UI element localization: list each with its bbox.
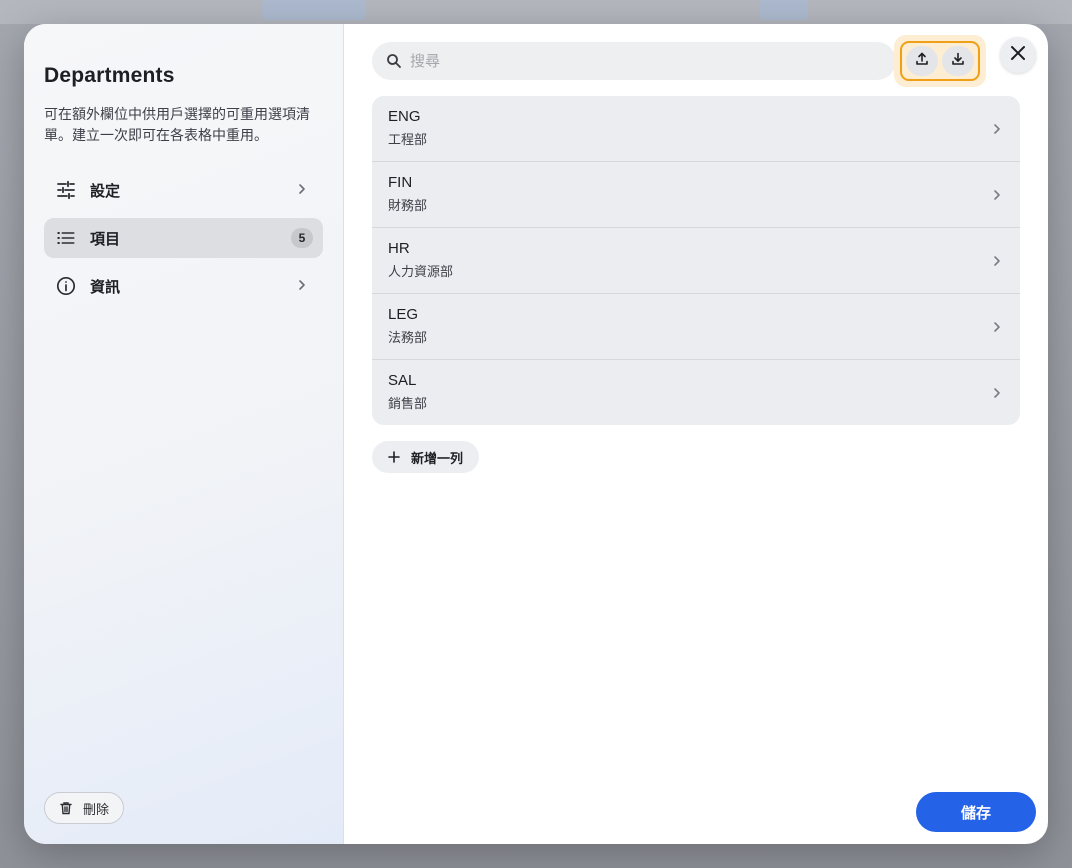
backdrop-chip xyxy=(262,0,366,20)
backdrop-header xyxy=(0,0,1072,24)
close-button[interactable] xyxy=(1000,37,1036,73)
backdrop-chip xyxy=(760,0,808,20)
delete-label: 刪除 xyxy=(83,801,110,817)
sidebar-item-label: 資訊 xyxy=(90,278,121,296)
item-code: SAL xyxy=(388,372,417,389)
search-input[interactable] xyxy=(410,52,880,70)
upload-button[interactable] xyxy=(906,46,938,76)
items-list: ENG 工程部 FIN 財務部 HR 人力資源部 LEG 法務部 SAL 銷售部 xyxy=(372,96,1020,425)
upload-icon xyxy=(915,52,929,71)
list-item[interactable]: HR 人力資源部 xyxy=(372,228,1020,294)
delete-button[interactable]: 刪除 xyxy=(44,792,125,824)
sidebar-item-label: 項目 xyxy=(90,230,121,248)
search-icon xyxy=(386,53,402,69)
item-name: 人力資源部 xyxy=(388,264,454,279)
sidebar-item-settings[interactable]: 設定 xyxy=(44,170,323,210)
sidebar-item-info[interactable]: 資訊 xyxy=(44,266,323,306)
chevron-right-icon xyxy=(295,182,309,196)
page-title: Departments xyxy=(44,64,175,87)
chevron-right-icon xyxy=(990,188,1004,202)
import-export-highlight xyxy=(900,41,980,81)
download-button[interactable] xyxy=(942,46,974,76)
chevron-right-icon xyxy=(990,122,1004,136)
download-icon xyxy=(951,52,965,71)
sidebar: Departments 可在額外欄位中供用戶選擇的可重用選項清單。建立一次即可在… xyxy=(24,24,344,844)
info-icon xyxy=(56,276,76,296)
plus-icon xyxy=(388,450,402,464)
item-name: 財務部 xyxy=(388,198,428,213)
list-item[interactable]: LEG 法務部 xyxy=(372,294,1020,360)
chevron-right-icon xyxy=(295,278,309,292)
main-panel: ENG 工程部 FIN 財務部 HR 人力資源部 LEG 法務部 SAL xyxy=(344,24,1048,844)
sidebar-item-label: 設定 xyxy=(90,182,121,200)
save-button[interactable]: 儲存 xyxy=(916,792,1036,832)
item-code: LEG xyxy=(388,306,419,323)
sidebar-item-items[interactable]: 項目 5 xyxy=(44,218,323,258)
add-row-label: 新增一列 xyxy=(411,450,464,466)
page-description: 可在額外欄位中供用戶選擇的可重用選項清單。建立一次即可在各表格中重用。 xyxy=(44,106,310,143)
trash-icon xyxy=(59,800,75,816)
close-icon xyxy=(1010,45,1026,66)
chevron-right-icon xyxy=(990,386,1004,400)
search-box xyxy=(372,42,896,80)
item-name: 工程部 xyxy=(388,132,428,147)
item-name: 法務部 xyxy=(388,330,428,345)
list-icon xyxy=(56,228,76,248)
item-name: 銷售部 xyxy=(388,396,428,411)
options-modal: Departments 可在額外欄位中供用戶選擇的可重用選項清單。建立一次即可在… xyxy=(24,24,1048,844)
list-item[interactable]: FIN 財務部 xyxy=(372,162,1020,228)
chevron-right-icon xyxy=(990,320,1004,334)
item-code: HR xyxy=(388,240,410,257)
count-badge: 5 xyxy=(291,228,313,248)
add-row-button[interactable]: 新增一列 xyxy=(372,441,480,473)
item-code: FIN xyxy=(388,174,413,191)
chevron-right-icon xyxy=(990,254,1004,268)
import-export-group xyxy=(894,35,986,87)
item-code: ENG xyxy=(388,108,421,125)
sidebar-nav: 設定 項目 5 資訊 xyxy=(44,170,323,306)
list-item[interactable]: ENG 工程部 xyxy=(372,96,1020,162)
list-item[interactable]: SAL 銷售部 xyxy=(372,360,1020,425)
sliders-icon xyxy=(56,180,76,200)
